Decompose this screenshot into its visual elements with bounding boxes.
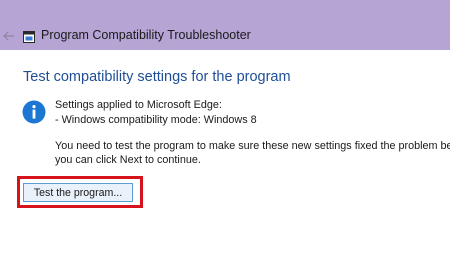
back-arrow-icon[interactable] xyxy=(1,26,17,46)
page-heading: Test compatibility settings for the prog… xyxy=(23,69,291,85)
compatibility-mode-text: - Windows compatibility mode: Windows 8 xyxy=(55,114,257,126)
title-bar: Program Compatibility Troubleshooter xyxy=(0,0,450,50)
test-instruction-text: You need to test the program to make sur… xyxy=(55,140,450,152)
settings-applied-text: Settings applied to Microsoft Edge: xyxy=(55,99,222,111)
window-title: Program Compatibility Troubleshooter xyxy=(41,28,251,42)
info-icon xyxy=(22,100,46,124)
troubleshooter-icon xyxy=(23,30,35,43)
test-instruction-text-continued: you can click Next to continue. xyxy=(55,154,201,166)
test-program-button[interactable]: Test the program... xyxy=(23,183,133,202)
title-row: Program Compatibility Troubleshooter xyxy=(0,26,450,46)
